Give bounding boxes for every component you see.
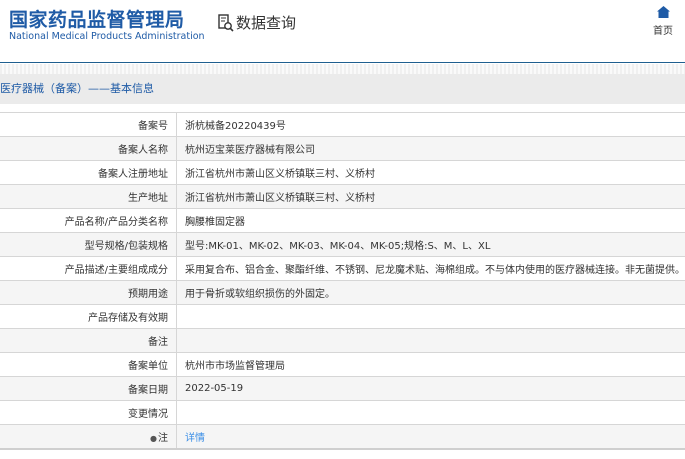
table-row: 变更情况 (0, 400, 685, 425)
table-row: 备案单位 杭州市市场监督管理局 (0, 352, 685, 377)
table-row: 备注 (0, 328, 685, 353)
label-text: 注 (158, 432, 168, 444)
value-text: 胸腰椎固定器 (185, 217, 245, 228)
label-text: 备注 (148, 337, 168, 348)
pin-icon: ● (150, 433, 157, 443)
value-text: 浙杭械备20220439号 (185, 121, 286, 132)
value-text: 2022-05-19 (185, 383, 244, 394)
label-text: 备案人注册地址 (98, 169, 168, 180)
label-text: 产品名称/产品分类名称 (64, 217, 168, 228)
row-value: 杭州市市场监督管理局 (176, 352, 685, 377)
value-text: 杭州迈宝莱医疗器械有限公司 (185, 145, 315, 156)
value-text: 浙江省杭州市萧山区义桥镇联三村、义桥村 (185, 169, 375, 180)
value-text: 浙江省杭州市萧山区义桥镇联三村、义桥村 (185, 193, 375, 204)
table-row: 备案号 浙杭械备20220439号 (0, 112, 685, 137)
row-value: 采用复合布、铝合金、聚酯纤维、不锈钢、尼龙魔术贴、海棉组成。不与体内使用的医疗器… (176, 256, 685, 281)
logo-subtitle: National Medical Products Administration (9, 31, 205, 42)
row-value (176, 400, 685, 425)
row-value: 型号:MK-01、MK-02、MK-03、MK-04、MK-05;规格:S、M、… (176, 232, 685, 257)
value-text: 型号:MK-01、MK-02、MK-03、MK-04、MK-05;规格:S、M、… (185, 241, 491, 252)
table-row: 产品存储及有效期 (0, 304, 685, 329)
row-label: 备案人注册地址 (0, 160, 177, 185)
label-text: 预期用途 (128, 289, 168, 300)
table-row: 型号规格/包装规格 型号:MK-01、MK-02、MK-03、MK-04、MK-0… (0, 232, 685, 257)
value-text: 杭州市市场监督管理局 (185, 361, 285, 372)
table-row: 备案日期 2022-05-19 (0, 376, 685, 401)
site-header: 国家药品监督管理局 National Medical Products Admi… (0, 0, 685, 63)
table-row: ●注 详情 (0, 424, 685, 450)
table-row: 生产地址 浙江省杭州市萧山区义桥镇联三村、义桥村 (0, 184, 685, 209)
row-value: 浙江省杭州市萧山区义桥镇联三村、义桥村 (176, 184, 685, 209)
query-label: 数据查询 (236, 14, 297, 32)
label-text: 型号规格/包装规格 (84, 241, 168, 252)
row-value: 浙江省杭州市萧山区义桥镇联三村、义桥村 (176, 160, 685, 185)
home-link[interactable]: 首页 (650, 6, 676, 37)
logo-title[interactable]: 国家药品监督管理局 (9, 5, 185, 32)
row-label: 备案人名称 (0, 136, 177, 161)
row-label: 备注 (0, 328, 177, 353)
row-label: 备案单位 (0, 352, 177, 377)
row-value (176, 304, 685, 329)
row-label: 预期用途 (0, 280, 177, 305)
label-text: 备案日期 (128, 385, 168, 396)
label-text: 备案人名称 (118, 145, 168, 156)
table-row: 产品描述/主要组成成分 采用复合布、铝合金、聚酯纤维、不锈钢、尼龙魔术贴、海棉组成… (0, 256, 685, 281)
label-text: 备案号 (138, 121, 168, 132)
row-label: 备案号 (0, 112, 177, 137)
label-text: 变更情况 (128, 409, 168, 420)
detail-table: 备案号 浙杭械备20220439号备案人名称 杭州迈宝莱医疗器械有限公司备案人注册地… (0, 112, 685, 450)
row-value: 浙杭械备20220439号 (176, 112, 685, 137)
table-row: 产品名称/产品分类名称 胸腰椎固定器 (0, 208, 685, 233)
label-text: 备案单位 (128, 361, 168, 372)
row-value: 2022-05-19 (176, 376, 685, 401)
table-row: 备案人名称 杭州迈宝莱医疗器械有限公司 (0, 136, 685, 161)
document-search-icon (218, 13, 234, 32)
home-icon (656, 6, 670, 18)
row-label: 型号规格/包装规格 (0, 232, 177, 257)
label-text: 生产地址 (128, 193, 168, 204)
row-value: 杭州迈宝莱医疗器械有限公司 (176, 136, 685, 161)
row-value: 胸腰椎固定器 (176, 208, 685, 233)
label-text: 产品存储及有效期 (88, 313, 168, 324)
row-label: 产品描述/主要组成成分 (0, 256, 177, 281)
row-value: 详情 (176, 424, 685, 450)
value-text: 用于骨折或软组织损伤的外固定。 (185, 289, 335, 300)
row-value: 用于骨折或软组织损伤的外固定。 (176, 280, 685, 305)
row-label: 产品名称/产品分类名称 (0, 208, 177, 233)
row-label: ●注 (0, 424, 177, 450)
row-label: 产品存储及有效期 (0, 304, 177, 329)
section-title: 医疗器械（备案）——基本信息 (0, 74, 685, 104)
divider-strip (0, 64, 685, 74)
row-label: 变更情况 (0, 400, 177, 425)
table-row: 备案人注册地址 浙江省杭州市萧山区义桥镇联三村、义桥村 (0, 160, 685, 185)
details-link[interactable]: 详情 (185, 433, 205, 444)
value-text: 采用复合布、铝合金、聚酯纤维、不锈钢、尼龙魔术贴、海棉组成。不与体内使用的医疗器… (185, 265, 685, 276)
row-value (176, 328, 685, 353)
data-query-title[interactable]: 数据查询 (218, 12, 296, 33)
row-label: 生产地址 (0, 184, 177, 209)
table-row: 预期用途 用于骨折或软组织损伤的外固定。 (0, 280, 685, 305)
row-label: 备案日期 (0, 376, 177, 401)
label-text: 产品描述/主要组成成分 (64, 265, 168, 276)
home-label: 首页 (653, 26, 673, 37)
